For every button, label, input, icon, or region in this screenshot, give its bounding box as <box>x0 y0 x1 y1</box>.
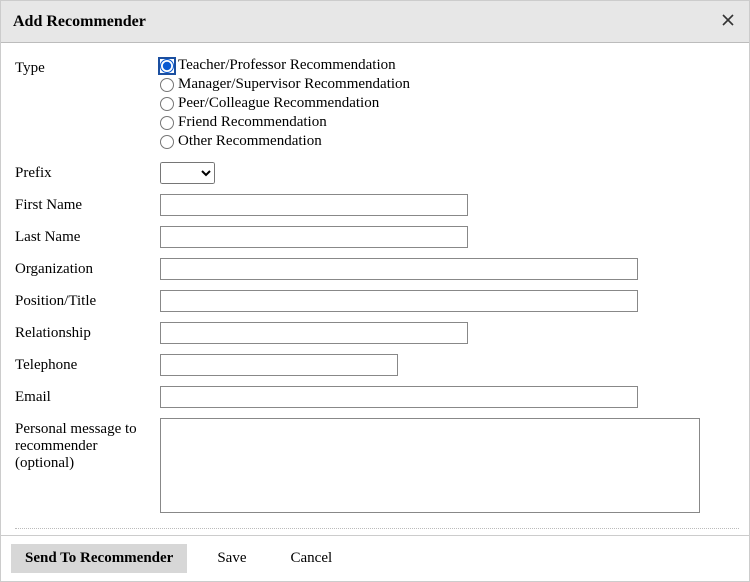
prefix-label: Prefix <box>15 162 160 182</box>
field-organization: Organization <box>15 258 739 280</box>
field-position: Position/Title <box>15 290 739 312</box>
cancel-button[interactable]: Cancel <box>277 544 347 573</box>
type-radio-peer[interactable] <box>160 97 174 111</box>
organization-label: Organization <box>15 258 160 278</box>
type-option-peer[interactable]: Peer/Colleague Recommendation <box>160 95 739 112</box>
modal-title: Add Recommender <box>13 13 146 31</box>
type-option-label: Friend Recommendation <box>178 114 327 131</box>
type-radio-other[interactable] <box>160 135 174 149</box>
type-label: Type <box>15 57 160 77</box>
last-name-input[interactable] <box>160 226 468 248</box>
relationship-label: Relationship <box>15 322 160 342</box>
section-divider <box>15 528 739 529</box>
type-option-label: Teacher/Professor Recommendation <box>178 57 396 74</box>
field-telephone: Telephone <box>15 354 739 376</box>
type-option-other[interactable]: Other Recommendation <box>160 133 739 150</box>
message-textarea[interactable] <box>160 418 700 513</box>
email-input[interactable] <box>160 386 638 408</box>
field-prefix: Prefix <box>15 162 739 184</box>
organization-input[interactable] <box>160 258 638 280</box>
type-options: Teacher/Professor Recommendation Manager… <box>160 57 739 152</box>
add-recommender-modal: Add Recommender Type Teacher/Professor R… <box>0 0 750 582</box>
last-name-label: Last Name <box>15 226 160 246</box>
field-last-name: Last Name <box>15 226 739 248</box>
position-label: Position/Title <box>15 290 160 310</box>
type-option-label: Other Recommendation <box>178 133 322 150</box>
type-radio-teacher[interactable] <box>160 59 174 73</box>
email-label: Email <box>15 386 160 406</box>
first-name-input[interactable] <box>160 194 468 216</box>
type-option-label: Manager/Supervisor Recommendation <box>178 76 410 93</box>
field-first-name: First Name <box>15 194 739 216</box>
send-to-recommender-button[interactable]: Send To Recommender <box>11 544 187 573</box>
field-personal-message: Personal message to recommender (optiona… <box>15 418 739 518</box>
type-radio-friend[interactable] <box>160 116 174 130</box>
close-icon <box>722 13 734 31</box>
relationship-input[interactable] <box>160 322 468 344</box>
position-input[interactable] <box>160 290 638 312</box>
first-name-label: First Name <box>15 194 160 214</box>
prefix-select[interactable] <box>160 162 215 184</box>
field-relationship: Relationship <box>15 322 739 344</box>
type-option-friend[interactable]: Friend Recommendation <box>160 114 739 131</box>
modal-titlebar: Add Recommender <box>1 1 749 43</box>
modal-footer: Send To Recommender Save Cancel <box>1 535 749 581</box>
type-option-manager[interactable]: Manager/Supervisor Recommendation <box>160 76 739 93</box>
close-button[interactable] <box>717 11 739 33</box>
message-label: Personal message to recommender (optiona… <box>15 418 160 472</box>
telephone-label: Telephone <box>15 354 160 374</box>
telephone-input[interactable] <box>160 354 398 376</box>
type-radio-manager[interactable] <box>160 78 174 92</box>
save-button[interactable]: Save <box>203 544 260 573</box>
field-email: Email <box>15 386 739 408</box>
field-type: Type Teacher/Professor Recommendation Ma… <box>15 57 739 152</box>
type-option-teacher[interactable]: Teacher/Professor Recommendation <box>160 57 739 74</box>
type-option-label: Peer/Colleague Recommendation <box>178 95 379 112</box>
modal-body[interactable]: Type Teacher/Professor Recommendation Ma… <box>1 43 749 535</box>
